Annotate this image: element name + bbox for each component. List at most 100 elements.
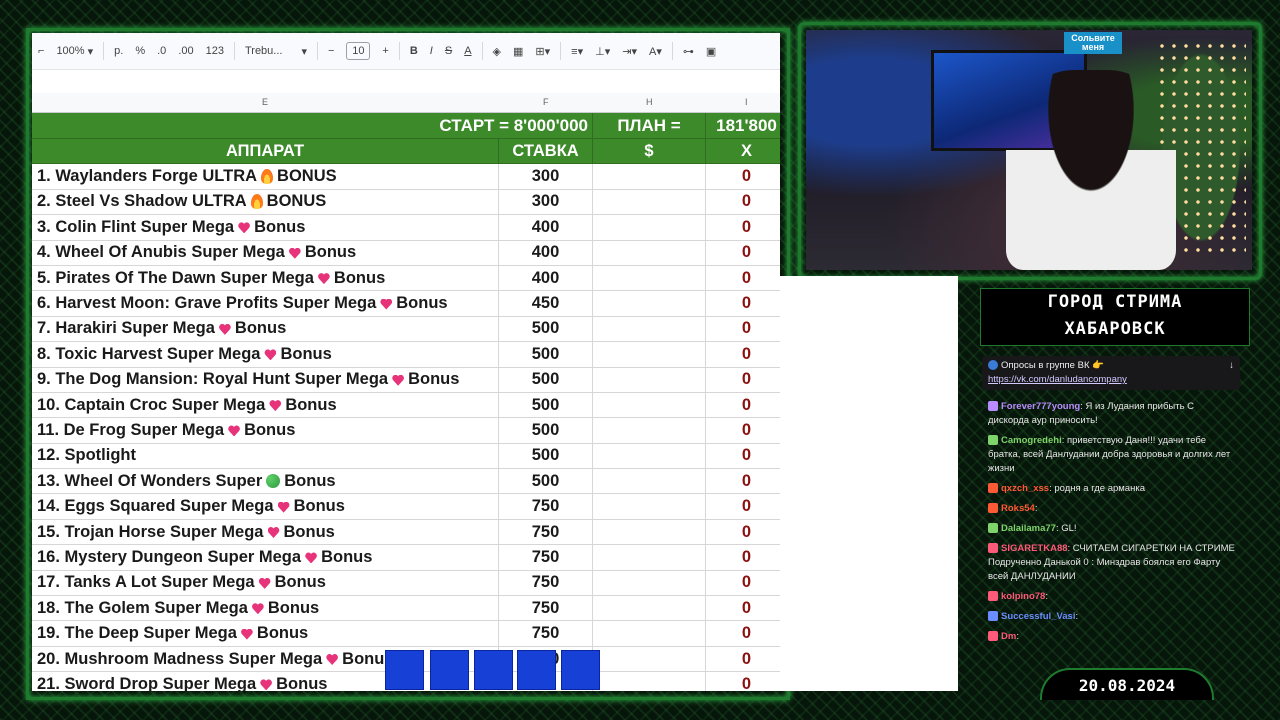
table-row[interactable]: 15. Trojan Horse Super Mega Bonus 750 0	[32, 519, 780, 546]
machine-cell[interactable]: 4. Wheel Of Anubis Super Mega Bonus	[32, 240, 499, 265]
usd-cell[interactable]	[593, 189, 706, 215]
bet-cell[interactable]: 750	[499, 596, 593, 621]
bet-cell[interactable]: 750	[499, 545, 593, 570]
bet-cell[interactable]: 300	[499, 189, 593, 215]
x-cell[interactable]: 0	[706, 672, 780, 691]
usd-cell[interactable]	[593, 570, 706, 596]
machine-cell[interactable]: 11. De Frog Super Mega Bonus	[32, 418, 499, 443]
text-wrap-icon[interactable]: ⇥▾	[616, 40, 643, 62]
bet-cell[interactable]: 300	[499, 164, 593, 189]
decrease-decimals-button[interactable]: .0	[151, 40, 172, 62]
table-row[interactable]: 11. De Frog Super Mega Bonus 500 0	[32, 418, 780, 444]
usd-cell[interactable]	[593, 392, 706, 418]
text-color-button[interactable]: A	[458, 40, 477, 62]
machine-cell[interactable]: 19. The Deep Super Mega Bonus	[32, 621, 499, 646]
bet-cell[interactable]: 450	[499, 291, 593, 316]
x-cell[interactable]: 0	[706, 469, 780, 493]
x-cell[interactable]: 0	[706, 444, 780, 468]
header-machine[interactable]: АППАРАТ	[32, 139, 499, 164]
machine-cell[interactable]: 21. Sword Drop Super Mega Bonus	[32, 672, 499, 691]
increase-decimals-button[interactable]: .00	[172, 40, 199, 62]
machine-cell[interactable]: 15. Trojan Horse Super Mega Bonus	[32, 519, 499, 545]
x-cell[interactable]: 0	[706, 621, 780, 645]
bet-cell[interactable]: 400	[499, 215, 593, 240]
table-row[interactable]: 19. The Deep Super Mega Bonus 750 0	[32, 621, 780, 647]
chat-username[interactable]: Camogredehi	[1001, 435, 1062, 446]
paint-format-icon[interactable]: ⌐	[32, 40, 50, 62]
plan-label-cell[interactable]: ПЛАН =	[593, 113, 706, 138]
strikethrough-button[interactable]: S	[439, 40, 458, 62]
usd-cell[interactable]	[593, 265, 706, 291]
merge-cells-icon[interactable]: ⊞▾	[529, 40, 556, 62]
usd-cell[interactable]	[593, 672, 706, 691]
bet-cell[interactable]: 500	[499, 469, 593, 494]
usd-cell[interactable]	[593, 342, 706, 367]
x-cell[interactable]: 0	[706, 164, 780, 188]
x-cell[interactable]: 0	[706, 596, 780, 620]
header-usd[interactable]: $	[593, 139, 706, 164]
fill-color-icon[interactable]: ◈	[487, 40, 507, 62]
x-cell[interactable]: 0	[706, 368, 780, 392]
x-cell[interactable]: 0	[706, 190, 780, 214]
table-row[interactable]: 5. Pirates Of The Dawn Super Mega Bonus 40…	[32, 265, 780, 292]
usd-cell[interactable]	[593, 240, 706, 265]
x-cell[interactable]: 0	[706, 266, 780, 290]
machine-cell[interactable]: 20. Mushroom Madness Super Mega Bonus	[32, 646, 499, 672]
x-cell[interactable]: 0	[706, 342, 780, 366]
machine-cell[interactable]: 6. Harvest Moon: Grave Profits Super Meg…	[32, 291, 499, 316]
plan-value-cell[interactable]: 181'800	[706, 113, 780, 138]
table-row[interactable]: 17. Tanks A Lot Super Mega Bonus 750 0	[32, 570, 780, 597]
table-row[interactable]: 7. Harakiri Super Mega Bonus 500 0	[32, 316, 780, 343]
insert-link-icon[interactable]: ⊶	[677, 40, 700, 62]
start-plan-row[interactable]: СТАРТ = 8'000'000 ПЛАН = 181'800	[32, 113, 780, 139]
chat-username[interactable]: Roks54	[1001, 503, 1035, 514]
bet-cell[interactable]: 500	[499, 418, 593, 443]
usd-cell[interactable]	[593, 545, 706, 570]
x-cell[interactable]: 0	[706, 571, 780, 595]
chat-username[interactable]: SIGARETKA88	[1001, 543, 1068, 554]
bet-cell[interactable]: 750	[499, 494, 593, 519]
font-size-input[interactable]: 10	[340, 40, 376, 62]
start-cell[interactable]: СТАРТ = 8'000'000	[32, 113, 593, 138]
chat-username[interactable]: qxzch_xss	[1001, 483, 1049, 494]
table-row[interactable]: 16. Mystery Dungeon Super Mega Bonus 750 0	[32, 545, 780, 571]
percent-format-button[interactable]: %	[129, 40, 151, 62]
column-header-e[interactable]: E	[262, 97, 268, 107]
bold-button[interactable]: B	[404, 40, 424, 62]
machine-cell[interactable]: 1. Waylanders Forge ULTRA BONUS	[32, 164, 499, 189]
table-row[interactable]: 1. Waylanders Forge ULTRA BONUS 300 0	[32, 164, 780, 190]
usd-cell[interactable]	[593, 215, 706, 240]
column-header-h[interactable]: H	[646, 97, 653, 107]
usd-cell[interactable]	[593, 596, 706, 621]
chat-username[interactable]: Forever777young	[1001, 401, 1080, 412]
machine-cell[interactable]: 8. Toxic Harvest Super Mega Bonus	[32, 342, 499, 367]
x-cell[interactable]: 0	[706, 520, 780, 544]
x-cell[interactable]: 0	[706, 647, 780, 671]
machine-cell[interactable]: 2. Steel Vs Shadow ULTRA BONUS	[32, 189, 499, 215]
column-header-i[interactable]: I	[745, 97, 748, 107]
chat-username[interactable]: Successful_Vasi	[1001, 611, 1075, 622]
machine-cell[interactable]: 16. Mystery Dungeon Super Mega Bonus	[32, 545, 499, 570]
table-row[interactable]: 9. The Dog Mansion: Royal Hunt Super Meg…	[32, 367, 780, 393]
text-rotate-icon[interactable]: A▾	[643, 40, 668, 62]
usd-cell[interactable]	[593, 316, 706, 342]
bet-cell[interactable]: 500	[499, 443, 593, 469]
x-cell[interactable]: 0	[706, 393, 780, 417]
table-row[interactable]: 2. Steel Vs Shadow ULTRA BONUS 300 0	[32, 189, 780, 216]
pinned-link[interactable]: https://vk.com/danludancompany	[988, 374, 1127, 385]
table-row[interactable]: 14. Eggs Squared Super Mega Bonus 750 0	[32, 494, 780, 520]
font-size-decrease-button[interactable]: −	[322, 40, 340, 62]
machine-cell[interactable]: 7. Harakiri Super Mega Bonus	[32, 316, 499, 342]
zoom-select[interactable]: 100% ▾	[50, 40, 99, 62]
machine-cell[interactable]: 5. Pirates Of The Dawn Super Mega Bonus	[32, 265, 499, 291]
usd-cell[interactable]	[593, 494, 706, 519]
machine-cell[interactable]: 3. Colin Flint Super Mega Bonus	[32, 215, 499, 240]
machine-cell[interactable]: 13. Wheel Of Wonders Super Bonus	[32, 469, 499, 494]
chat-username[interactable]: kolpino78	[1001, 591, 1045, 602]
number-format-button[interactable]: 123	[200, 40, 230, 62]
table-row[interactable]: 8. Toxic Harvest Super Mega Bonus 500 0	[32, 342, 780, 368]
bet-cell[interactable]: 750	[499, 621, 593, 646]
table-row[interactable]: 13. Wheel Of Wonders Super Bonus 500 0	[32, 469, 780, 495]
horizontal-align-icon[interactable]: ≡▾	[565, 40, 589, 62]
bet-cell[interactable]: 400	[499, 240, 593, 265]
